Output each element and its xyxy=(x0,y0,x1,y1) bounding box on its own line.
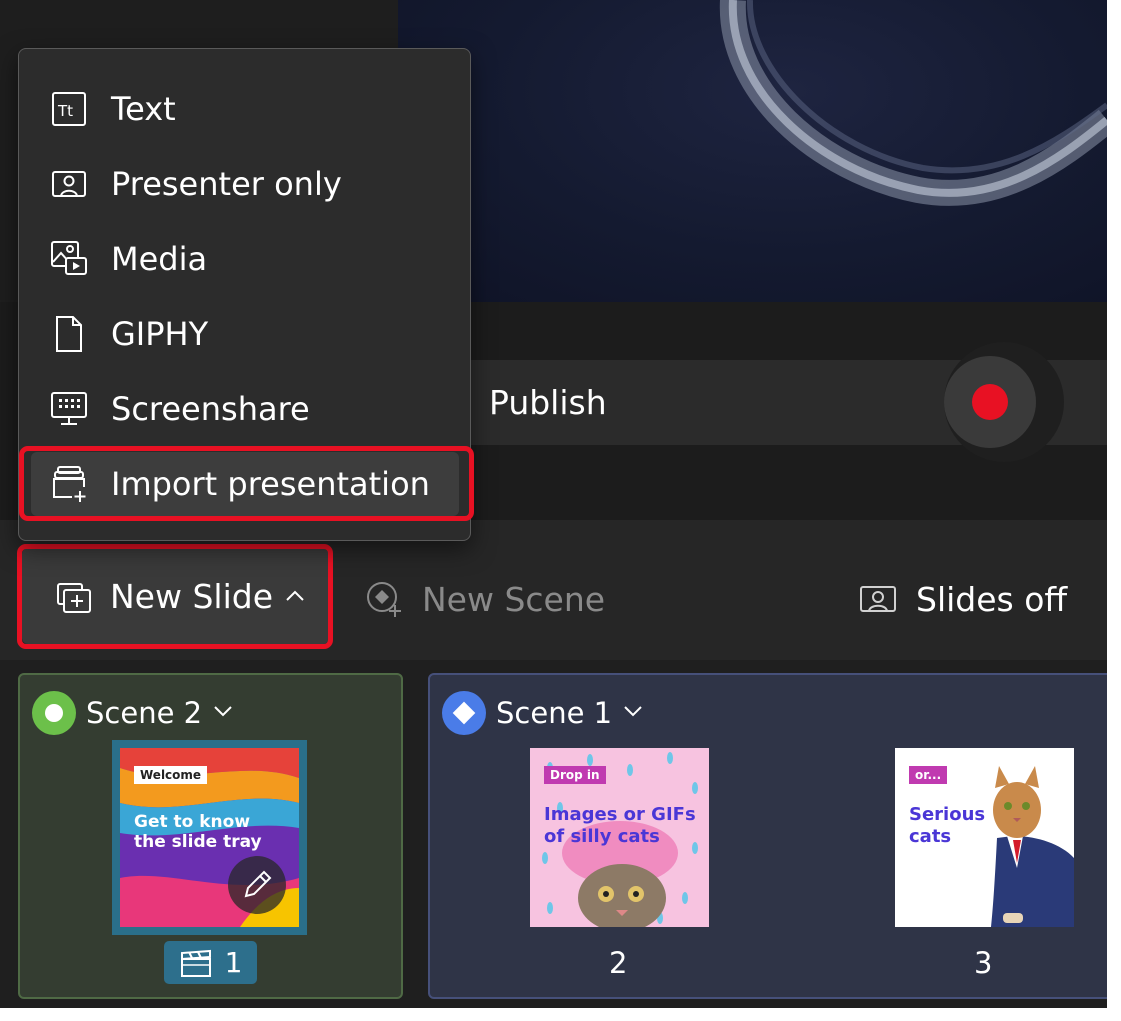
publish-button[interactable]: Publish xyxy=(489,383,607,422)
camera-preview xyxy=(398,0,1107,302)
slide-thumbnail-2[interactable]: Drop in Images or GIFs of silly cats xyxy=(530,748,709,927)
slide-tag: Drop in xyxy=(544,766,606,784)
new-slide-highlight xyxy=(17,544,333,649)
menu-item-screenshare[interactable]: Screenshare xyxy=(31,377,459,441)
slides-off-button[interactable]: Slides off xyxy=(856,572,1067,626)
preview-image xyxy=(719,0,1107,206)
menu-item-label: Screenshare xyxy=(111,390,310,428)
scene-header[interactable]: Scene 1 xyxy=(442,691,644,735)
menu-item-giphy[interactable]: GIPHY xyxy=(31,302,459,366)
app-window: Publish New Slide New Scene Slides off S… xyxy=(0,0,1107,1008)
slide-number: 1 xyxy=(224,946,243,979)
slides-off-label: Slides off xyxy=(916,579,1068,619)
slide-number: 3 xyxy=(974,946,993,980)
new-scene-button[interactable]: New Scene xyxy=(362,572,605,626)
menu-item-presenter-only[interactable]: Presenter only xyxy=(31,152,459,216)
menu-item-label: Presenter only xyxy=(111,165,342,203)
menu-item-text[interactable]: Tt Text xyxy=(31,77,459,141)
menu-item-media[interactable]: Media xyxy=(31,227,459,291)
presenter-icon xyxy=(49,164,89,204)
text-icon: Tt xyxy=(49,89,89,129)
presenter-icon xyxy=(856,577,900,621)
slide-tag: Welcome xyxy=(134,766,208,784)
menu-item-label: GIPHY xyxy=(111,315,209,353)
menu-item-label: Media xyxy=(111,240,208,278)
svg-text:Tt: Tt xyxy=(57,102,73,120)
new-scene-icon xyxy=(362,577,406,621)
slide-thumbnail-3[interactable]: or... Serious cats xyxy=(895,748,1074,927)
scene-name: Scene 2 xyxy=(86,696,203,730)
screenshare-icon xyxy=(49,389,89,429)
scene-name: Scene 1 xyxy=(496,696,613,730)
slide-text: Serious cats xyxy=(909,804,986,847)
media-icon xyxy=(49,239,89,279)
chevron-down-icon[interactable] xyxy=(212,700,234,726)
clapperboard-icon xyxy=(180,949,211,977)
import-presentation-highlight xyxy=(19,446,474,521)
active-slide-badge: 1 xyxy=(164,941,257,984)
record-button[interactable] xyxy=(944,356,1036,448)
slide-number: 2 xyxy=(609,946,628,980)
new-scene-label: New Scene xyxy=(422,579,606,619)
scene-status-icon xyxy=(442,691,486,735)
document-icon xyxy=(49,314,89,354)
chevron-down-icon[interactable] xyxy=(622,700,644,726)
scene-status-icon xyxy=(32,691,76,735)
record-icon xyxy=(972,384,1008,420)
scene-header[interactable]: Scene 2 xyxy=(32,691,234,735)
slide-text: Get to know the slide tray xyxy=(134,812,262,853)
slide-tag: or... xyxy=(909,766,948,784)
slide-thumbnail-1[interactable]: Welcome Get to know the slide tray xyxy=(112,740,307,935)
slide-text: Images or GIFs of silly cats xyxy=(544,804,696,847)
edit-icon[interactable] xyxy=(228,856,286,914)
menu-item-label: Text xyxy=(111,90,176,128)
